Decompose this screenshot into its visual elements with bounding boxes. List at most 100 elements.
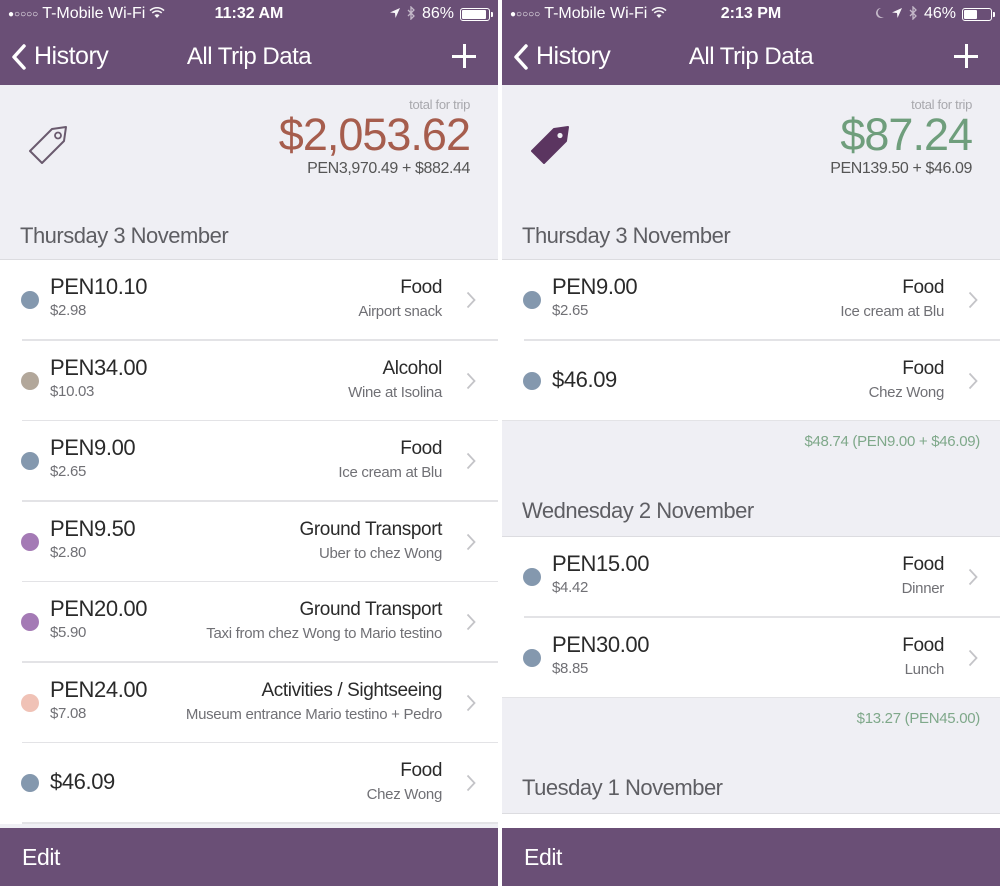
signal-strength: ●○○○○ (510, 8, 541, 20)
expense-category: Food (902, 634, 944, 656)
chevron-left-icon (514, 43, 528, 70)
expense-row[interactable]: PEN9.00 $2.65 Food Ice cream at Blu (502, 260, 1000, 341)
expense-description: Lunch (904, 660, 945, 678)
expense-converted: $2.65 (50, 463, 87, 480)
trip-total-breakdown: PEN3,970.49 + $882.44 (307, 160, 470, 177)
category-color-dot (523, 648, 541, 667)
expense-row[interactable]: PEN15.00 $4.42 Food Dinner (502, 537, 1000, 618)
expense-row[interactable]: PEN10.10 $2.98 Food Airport snack (0, 260, 498, 341)
screen-right: ●○○○○ T-Mobile Wi-Fi 2:13 PM 46% History… (502, 0, 1000, 886)
signal-strength: ●○○○○ (8, 8, 39, 20)
expense-row[interactable]: PEN9.50 $2.80 Ground Transport Uber to c… (0, 501, 498, 582)
expense-amount: PEN34.00 (50, 354, 148, 380)
battery-icon (460, 7, 493, 21)
expense-converted: $2.98 (50, 302, 87, 319)
expense-category: Food (400, 438, 442, 459)
chevron-right-icon (466, 291, 476, 309)
chevron-right-icon (466, 372, 476, 389)
category-color-dot (523, 568, 541, 587)
chevron-left-icon (12, 43, 26, 70)
edit-button[interactable]: Edit (524, 844, 562, 871)
edit-button[interactable]: Edit (22, 844, 60, 871)
category-color-dot (21, 774, 39, 793)
trip-total: $87.24 (840, 109, 973, 160)
expense-description: Ice cream at Blu (840, 303, 944, 320)
expense-row[interactable]: $46.09 Food Chez Wong (502, 340, 1000, 421)
bottom-toolbar: Edit (502, 828, 1000, 886)
category-color-dot (21, 371, 39, 390)
chevron-right-icon (466, 533, 476, 550)
category-color-dot (21, 613, 39, 632)
battery-percent: 46% (923, 5, 956, 22)
back-button[interactable]: History (502, 42, 611, 71)
trip-total-breakdown: PEN139.50 + $46.09 (830, 160, 972, 177)
status-bar: ●○○○○ T-Mobile Wi-Fi 2:13 PM 46% (502, 0, 1000, 28)
page-title: All Trip Data (688, 42, 814, 70)
moon-icon (874, 7, 885, 22)
expense-amount: PEN9.50 (50, 515, 136, 541)
expense-amount: PEN10.10 (50, 274, 148, 299)
section-header: Wednesday 2 November (502, 463, 1000, 537)
trip-summary: total for trip $87.24 PEN139.50 + $46.09 (502, 85, 1000, 212)
expense-category: Ground Transport (299, 599, 442, 620)
expense-amount: PEN20.00 (50, 596, 148, 621)
battery-level (964, 9, 977, 19)
expense-list: PEN15.00 $4.42 Food Dinner PEN30.00 $8.8… (502, 537, 1000, 698)
category-color-dot (523, 371, 541, 390)
plus-icon[interactable] (952, 42, 980, 70)
bottom-toolbar: Edit (0, 828, 498, 886)
expense-description: Airport snack (358, 303, 442, 320)
screen-left: ●○○○○ T-Mobile Wi-Fi 11:32 AM 86% Histor… (0, 0, 498, 886)
wifi-icon (149, 6, 165, 22)
expense-list: PEN9.00 $2.65 Food Ice cream at Blu $46.… (502, 260, 1000, 421)
expense-amount: $46.09 (50, 769, 115, 794)
expense-converted: $10.03 (50, 382, 95, 400)
status-bar: ●○○○○ T-Mobile Wi-Fi 11:32 AM 86% (0, 0, 498, 28)
expense-category: Food (902, 357, 944, 379)
bluetooth-icon (909, 4, 918, 23)
expense-row[interactable]: PEN30.00 $8.85 Food Lunch (502, 617, 1000, 698)
back-button[interactable]: History (0, 42, 109, 71)
location-arrow-icon (389, 7, 401, 22)
tag-outline-icon[interactable] (26, 121, 72, 167)
expense-description: Ice cream at Blu (338, 464, 442, 481)
page-title: All Trip Data (186, 42, 312, 70)
expense-converted: $5.90 (50, 624, 87, 641)
section-header: Thursday 3 November (0, 212, 498, 260)
expense-converted: $7.08 (50, 704, 87, 722)
expense-row[interactable]: PEN9.00 $2.65 Food Ice cream at Blu (0, 421, 498, 502)
chevron-right-icon (968, 568, 978, 586)
expense-description: Museum entrance Mario testino + Pedro (185, 705, 442, 723)
navigation-bar: History All Trip Data (502, 28, 1000, 85)
chevron-right-icon (968, 291, 978, 309)
expense-description: Chez Wong (366, 786, 443, 803)
expense-amount: $46.09 (552, 366, 617, 392)
expense-category: Food (400, 760, 442, 781)
back-label: History (536, 42, 611, 70)
expense-description: Taxi from chez Wong to Mario testino (206, 625, 442, 642)
expense-description: Dinner (901, 580, 945, 597)
expense-row[interactable]: PEN20.00 $5.90 Ground Transport Taxi fro… (0, 582, 498, 663)
back-label: History (34, 42, 109, 70)
expense-row[interactable]: PEN34.00 $10.03 Alcohol Wine at Isolina (0, 340, 498, 421)
category-color-dot (523, 291, 541, 310)
expense-row[interactable]: PEN24.00 $7.08 Activities / Sightseeing … (0, 662, 498, 743)
trip-total: $2,053.62 (278, 109, 471, 160)
expense-amount: PEN24.00 (50, 676, 148, 702)
battery-level (462, 9, 487, 19)
carrier-name: T-Mobile Wi-Fi (544, 5, 648, 22)
bluetooth-icon (407, 4, 416, 23)
expense-amount: PEN9.00 (552, 274, 638, 299)
expense-row[interactable]: $46.09 Food Chez Wong (0, 743, 498, 824)
navigation-bar: History All Trip Data (0, 28, 498, 85)
clock: 2:13 PM (720, 5, 782, 22)
tag-filled-icon[interactable] (528, 121, 574, 167)
expense-category: Alcohol (382, 357, 442, 379)
expense-category: Ground Transport (299, 518, 442, 540)
location-arrow-icon (891, 7, 903, 22)
category-color-dot (21, 532, 39, 551)
expense-converted: $2.65 (552, 302, 589, 319)
chevron-right-icon (466, 694, 476, 711)
plus-icon[interactable] (450, 42, 478, 70)
expense-description: Uber to chez Wong (318, 544, 442, 562)
